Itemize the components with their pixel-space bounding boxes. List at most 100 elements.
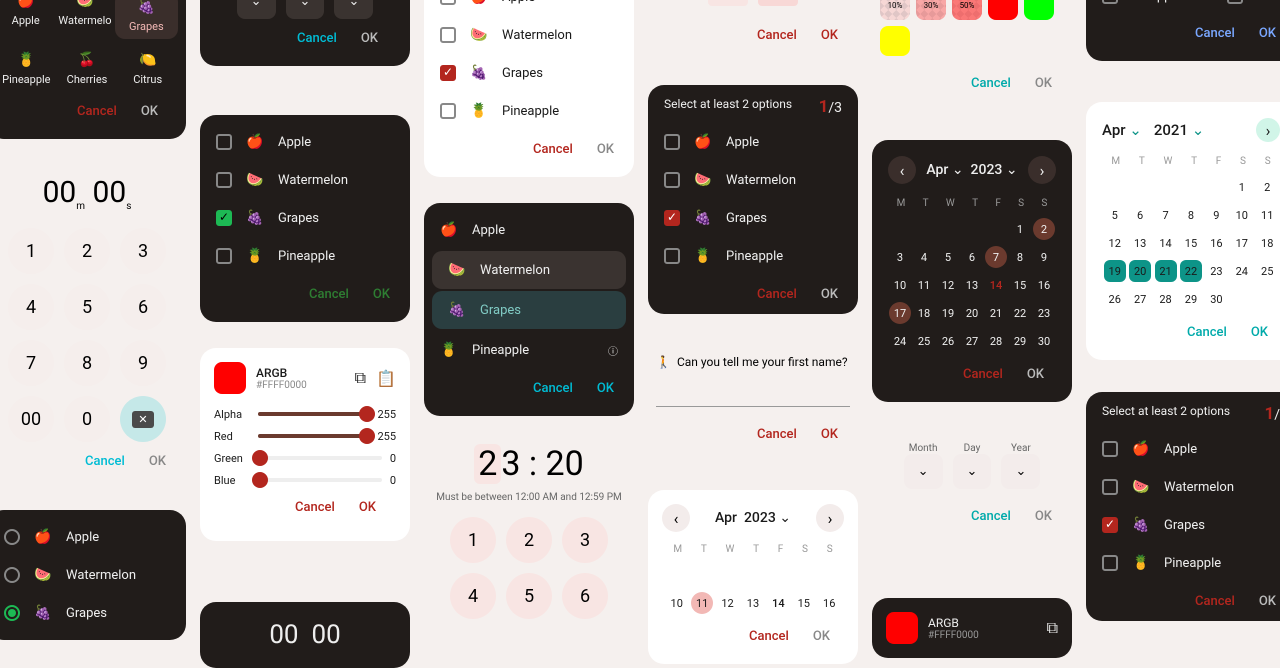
fruit-cherries[interactable]: 🍒Cherries — [57, 51, 118, 86]
cancel-button[interactable]: Cancel — [971, 509, 1011, 524]
ok-button[interactable]: OK — [373, 287, 390, 302]
ok-button[interactable]: OK — [361, 31, 378, 46]
key-00[interactable]: 00 — [8, 396, 54, 442]
key-3[interactable]: 3 — [120, 228, 166, 274]
check-grapes[interactable]: 🍇Grapes — [200, 199, 410, 237]
check-apple[interactable]: 🍎Apple — [200, 123, 410, 161]
cancel-button[interactable]: Cancel — [1195, 26, 1235, 41]
swatch-yellow[interactable] — [880, 26, 910, 56]
key-3[interactable]: 3 — [562, 517, 608, 563]
check-watermelon[interactable]: 🍉Watermelon — [1086, 468, 1280, 506]
ok-button[interactable]: OK — [1027, 367, 1044, 382]
check-apple[interactable]: 🍎Apple — [648, 123, 858, 161]
dropdown-1[interactable]: ⌄ — [237, 0, 276, 19]
cancel-button[interactable]: Cancel — [971, 76, 1011, 91]
check-apple[interactable]: 🍎Apple — [1086, 430, 1280, 468]
year-dropdown[interactable]: ⌄ — [1001, 454, 1040, 489]
month-select[interactable]: Apr ⌄ — [1102, 121, 1142, 139]
blue-slider[interactable] — [258, 478, 382, 482]
key-2[interactable]: 2 — [506, 517, 552, 563]
cancel-button[interactable]: Cancel — [295, 500, 335, 515]
cancel-button[interactable]: Cancel — [533, 142, 573, 157]
check-ph[interactable]: Philippines — [1086, 0, 1211, 14]
key-1[interactable]: 1 — [450, 517, 496, 563]
check-pineapple[interactable]: 🍍Pineapple — [424, 92, 634, 130]
ok-button[interactable]: OK — [1035, 76, 1052, 91]
swatch-50[interactable]: 50% — [952, 0, 982, 20]
cancel-button[interactable]: Cancel — [1195, 594, 1235, 609]
key-8[interactable]: 8 — [64, 340, 110, 386]
check-grapes[interactable]: 🍇Grapes — [648, 199, 858, 237]
next-month[interactable]: › — [816, 504, 844, 532]
month-year[interactable]: Apr ⌄ 2023 ⌄ — [926, 162, 1017, 178]
radio-watermelon[interactable]: 🍉Watermelon — [0, 556, 186, 594]
cancel-button[interactable]: Cancel — [757, 28, 797, 43]
cancel-button[interactable]: Cancel — [963, 367, 1003, 382]
item-apple[interactable]: 🍎Apple — [424, 211, 634, 249]
next-month[interactable]: › — [1256, 118, 1280, 142]
dropdown-2[interactable]: ⌄ — [286, 0, 325, 19]
check-watermelon[interactable]: 🍉Watermelon — [424, 16, 634, 54]
key-6[interactable]: 6 — [562, 573, 608, 619]
cancel-button[interactable]: Cancel — [297, 31, 337, 46]
cancel-button[interactable]: Cancel — [749, 629, 789, 644]
key-6[interactable]: 6 — [120, 284, 166, 330]
radio-apple[interactable]: 🍎Apple — [0, 518, 186, 556]
alpha-slider[interactable] — [258, 412, 369, 416]
month-dropdown[interactable]: ⌄ — [904, 454, 943, 489]
key-1[interactable]: 1 — [8, 228, 54, 274]
swatch-30[interactable]: 30% — [916, 0, 946, 20]
check-watermelon[interactable]: 🍉Watermelon — [200, 161, 410, 199]
key-4[interactable]: 4 — [8, 284, 54, 330]
check-watermelon[interactable]: 🍉Watermelon — [648, 161, 858, 199]
ok-button[interactable]: OK — [141, 104, 158, 119]
text-input[interactable] — [656, 377, 850, 407]
ok-button[interactable]: OK — [1035, 509, 1052, 524]
key-5[interactable]: 5 — [64, 284, 110, 330]
fruit-citrus[interactable]: 🍋Citrus — [117, 51, 178, 86]
check-pineapple[interactable]: 🍍Pineapple — [1086, 544, 1280, 582]
check-apple[interactable]: 🍎Apple — [424, 0, 634, 16]
swatch-green[interactable] — [1024, 0, 1054, 20]
check-grapes[interactable]: 🍇Grapes — [424, 54, 634, 92]
ok-button[interactable]: OK — [821, 427, 838, 442]
copy-icon[interactable]: ⧉ — [1047, 618, 1058, 638]
backspace-button[interactable]: ✕ — [120, 396, 166, 442]
item-pineapple[interactable]: 🍍Pineappleⓘ — [424, 331, 634, 369]
check-cn[interactable]: China — [1211, 0, 1280, 14]
cancel-button[interactable]: Cancel — [309, 287, 349, 302]
ok-button[interactable]: OK — [821, 28, 838, 43]
month-year[interactable]: Apr 2023 ⌄ — [715, 510, 791, 526]
dropdown-3[interactable]: ⌄ — [334, 0, 373, 19]
key-4[interactable]: 4 — [450, 573, 496, 619]
fruit-grapes[interactable]: 🍇Grapes — [115, 0, 178, 39]
next-month[interactable]: › — [1028, 156, 1056, 184]
ok-button[interactable]: OK — [597, 381, 614, 396]
ok-button[interactable]: OK — [359, 500, 376, 515]
key-9[interactable]: 9 — [120, 340, 166, 386]
check-grapes[interactable]: 🍇Grapes — [1086, 506, 1280, 544]
copy-icon[interactable]: ⧉ — [355, 368, 366, 388]
swatch-red[interactable] — [988, 0, 1018, 20]
cancel-button[interactable]: Cancel — [85, 454, 125, 469]
fruit-pineapple[interactable]: 🍍Pineapple — [0, 51, 57, 86]
red-slider[interactable] — [258, 434, 369, 438]
cancel-button[interactable]: Cancel — [77, 104, 117, 119]
fruit-watermelon[interactable]: 🍉Watermelo — [55, 0, 114, 39]
prev-month[interactable]: ‹ — [888, 156, 916, 184]
item-grapes[interactable]: 🍇Grapes — [432, 291, 626, 329]
radio-grapes[interactable]: 🍇Grapes — [0, 594, 186, 632]
item-watermelon[interactable]: 🍉Watermelon — [432, 251, 626, 289]
key-5[interactable]: 5 — [506, 573, 552, 619]
key-7[interactable]: 7 — [8, 340, 54, 386]
cancel-button[interactable]: Cancel — [1187, 325, 1227, 340]
cancel-button[interactable]: Cancel — [757, 287, 797, 302]
ok-button[interactable]: OK — [1251, 325, 1268, 340]
green-slider[interactable] — [258, 456, 382, 460]
key-2[interactable]: 2 — [64, 228, 110, 274]
cancel-button[interactable]: Cancel — [533, 381, 573, 396]
check-pineapple[interactable]: 🍍Pineapple — [648, 237, 858, 275]
ok-button[interactable]: OK — [1259, 594, 1276, 609]
swatch-10[interactable]: 10% — [880, 0, 910, 20]
cancel-button[interactable]: Cancel — [757, 427, 797, 442]
